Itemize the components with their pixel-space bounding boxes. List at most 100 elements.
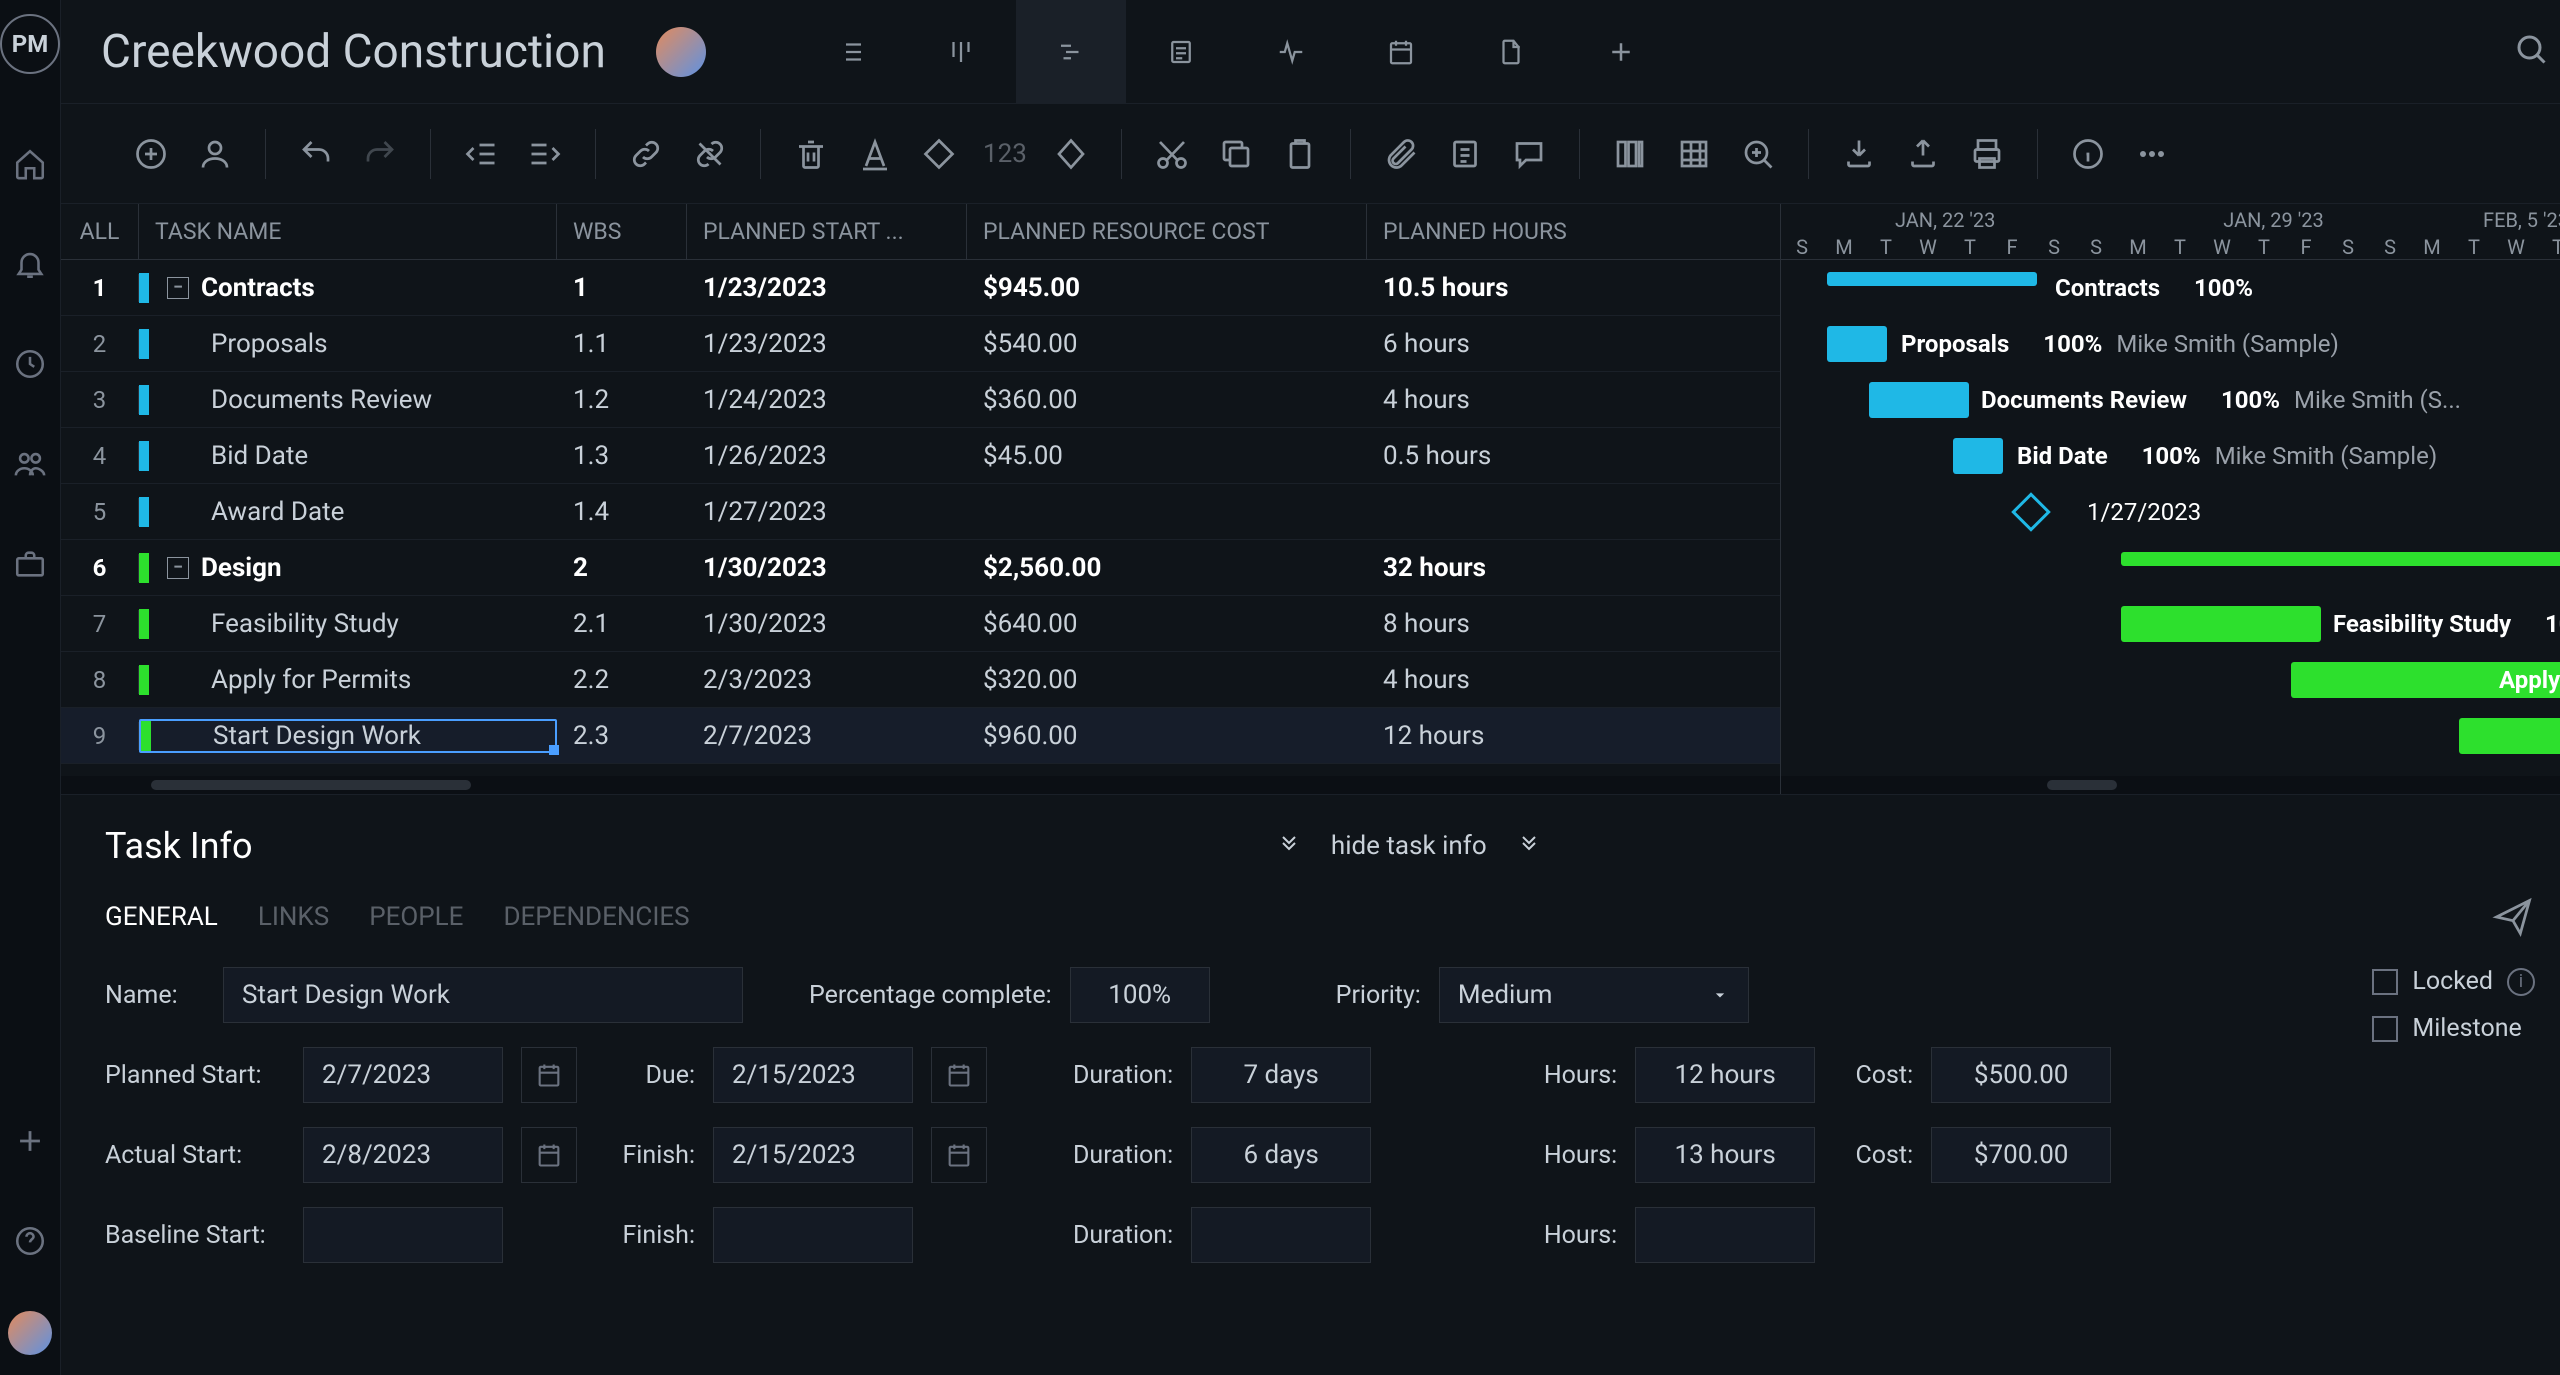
task-name-cell[interactable]: Bid Date — [139, 441, 557, 471]
locked-checkbox[interactable]: Locked i — [2372, 967, 2535, 996]
table-row[interactable]: 4Bid Date1.31/26/2023$45.000.5 hours — [61, 428, 1780, 484]
task-name-cell[interactable]: Feasibility Study — [139, 609, 557, 639]
baseline-duration-input[interactable] — [1191, 1207, 1371, 1263]
calendar-icon[interactable] — [931, 1127, 987, 1183]
view-files-icon[interactable] — [1456, 0, 1566, 104]
undo-icon[interactable] — [296, 134, 336, 174]
task-name-cell[interactable]: −Contracts — [139, 273, 557, 303]
gantt-bar[interactable] — [1953, 438, 2003, 474]
actual-cost-input[interactable] — [1931, 1127, 2111, 1183]
view-pulse-icon[interactable] — [1236, 0, 1346, 104]
delete-icon[interactable] — [791, 134, 831, 174]
link-icon[interactable] — [626, 134, 666, 174]
indent-icon[interactable] — [525, 134, 565, 174]
baseline-finish-input[interactable] — [713, 1207, 913, 1263]
collapse-toggle[interactable]: − — [167, 557, 189, 579]
milestone-checkbox[interactable]: Milestone — [2372, 1014, 2535, 1043]
milestone-diamond[interactable] — [2011, 492, 2051, 532]
gantt-bar[interactable] — [2121, 606, 2321, 642]
col-header-start[interactable]: PLANNED START ... — [687, 204, 967, 259]
planned-hours-input[interactable] — [1635, 1047, 1815, 1103]
copy-icon[interactable] — [1216, 134, 1256, 174]
more-icon[interactable] — [2132, 134, 2172, 174]
planned-cost-input[interactable] — [1931, 1047, 2111, 1103]
nav-people-icon[interactable] — [0, 434, 60, 494]
cut-icon[interactable] — [1152, 134, 1192, 174]
zoom-icon[interactable] — [1738, 134, 1778, 174]
paste-icon[interactable] — [1280, 134, 1320, 174]
print-icon[interactable] — [1967, 134, 2007, 174]
text-style-icon[interactable] — [855, 134, 895, 174]
nav-add-icon[interactable] — [0, 1111, 60, 1171]
planned-start-input[interactable] — [303, 1047, 503, 1103]
table-row[interactable]: 8Apply for Permits2.22/3/2023$320.004 ho… — [61, 652, 1780, 708]
nav-help-icon[interactable] — [0, 1211, 60, 1271]
grid-hscroll[interactable] — [61, 776, 1780, 794]
collapse-toggle[interactable]: − — [167, 277, 189, 299]
view-add-icon[interactable] — [1566, 0, 1676, 104]
user-avatar[interactable] — [8, 1311, 52, 1355]
task-name-cell[interactable]: Start Design Work — [139, 719, 557, 753]
view-calendar-icon[interactable] — [1346, 0, 1456, 104]
task-name-cell[interactable]: Apply for Permits — [139, 665, 557, 695]
gantt-bar[interactable] — [2459, 718, 2560, 754]
table-row[interactable]: 7Feasibility Study2.11/30/2023$640.008 h… — [61, 596, 1780, 652]
col-header-hours[interactable]: PLANNED HOURS — [1367, 204, 1627, 259]
info-icon[interactable]: i — [2507, 968, 2535, 996]
view-board-icon[interactable] — [906, 0, 1016, 104]
table-row[interactable]: 9Start Design Work2.32/7/2023$960.0012 h… — [61, 708, 1780, 764]
hide-task-info-button[interactable]: hide task info — [1277, 831, 1541, 861]
columns-icon[interactable] — [1610, 134, 1650, 174]
task-info-tab[interactable]: DEPENDENCIES — [503, 902, 689, 932]
calendar-icon[interactable] — [521, 1127, 577, 1183]
comment-icon[interactable] — [1509, 134, 1549, 174]
tag-icon[interactable] — [919, 134, 959, 174]
app-logo[interactable]: PM — [0, 14, 60, 74]
task-name-input[interactable] — [223, 967, 743, 1023]
calendar-icon[interactable] — [931, 1047, 987, 1103]
finish-input[interactable] — [713, 1127, 913, 1183]
export-icon[interactable] — [1903, 134, 1943, 174]
send-icon[interactable] — [2491, 895, 2535, 939]
actual-hours-input[interactable] — [1635, 1127, 1815, 1183]
info-icon[interactable] — [2068, 134, 2108, 174]
nav-recent-icon[interactable] — [0, 334, 60, 394]
view-gantt-icon[interactable] — [1016, 0, 1126, 104]
task-name-cell[interactable]: Documents Review — [139, 385, 557, 415]
gantt-bar[interactable] — [2121, 552, 2560, 566]
actual-duration-input[interactable] — [1191, 1127, 1371, 1183]
priority-select[interactable]: Medium — [1439, 967, 1749, 1023]
view-list-icon[interactable] — [796, 0, 906, 104]
attach-icon[interactable] — [1381, 134, 1421, 174]
baseline-hours-input[interactable] — [1635, 1207, 1815, 1263]
calendar-icon[interactable] — [521, 1047, 577, 1103]
view-sheet-icon[interactable] — [1126, 0, 1236, 104]
task-name-cell[interactable]: −Design — [139, 553, 557, 583]
col-header-all[interactable]: ALL — [61, 204, 139, 259]
pct-input[interactable] — [1070, 967, 1210, 1023]
table-row[interactable]: 2Proposals1.11/23/2023$540.006 hours — [61, 316, 1780, 372]
unlink-icon[interactable] — [690, 134, 730, 174]
milestone-icon[interactable] — [1051, 134, 1091, 174]
nav-notifications-icon[interactable] — [0, 234, 60, 294]
table-row[interactable]: 5Award Date1.41/27/2023 — [61, 484, 1780, 540]
nav-briefcase-icon[interactable] — [0, 534, 60, 594]
planned-duration-input[interactable] — [1191, 1047, 1371, 1103]
gantt-bar[interactable] — [1827, 272, 2037, 286]
nav-home-icon[interactable] — [0, 134, 60, 194]
add-task-icon[interactable] — [131, 134, 171, 174]
actual-start-input[interactable] — [303, 1127, 503, 1183]
redo-icon[interactable] — [360, 134, 400, 174]
add-person-icon[interactable] — [195, 134, 235, 174]
table-row[interactable]: 6−Design21/30/2023$2,560.0032 hours — [61, 540, 1780, 596]
baseline-start-input[interactable] — [303, 1207, 503, 1263]
gantt-bar[interactable] — [1827, 326, 1887, 362]
notes-icon[interactable] — [1445, 134, 1485, 174]
task-name-cell[interactable]: Proposals — [139, 329, 557, 359]
project-owner-avatar[interactable] — [656, 27, 706, 77]
task-name-cell[interactable]: Award Date — [139, 497, 557, 527]
outdent-icon[interactable] — [461, 134, 501, 174]
task-info-tab[interactable]: PEOPLE — [369, 902, 463, 932]
col-header-cost[interactable]: PLANNED RESOURCE COST — [967, 204, 1367, 259]
search-icon[interactable] — [2513, 31, 2549, 73]
